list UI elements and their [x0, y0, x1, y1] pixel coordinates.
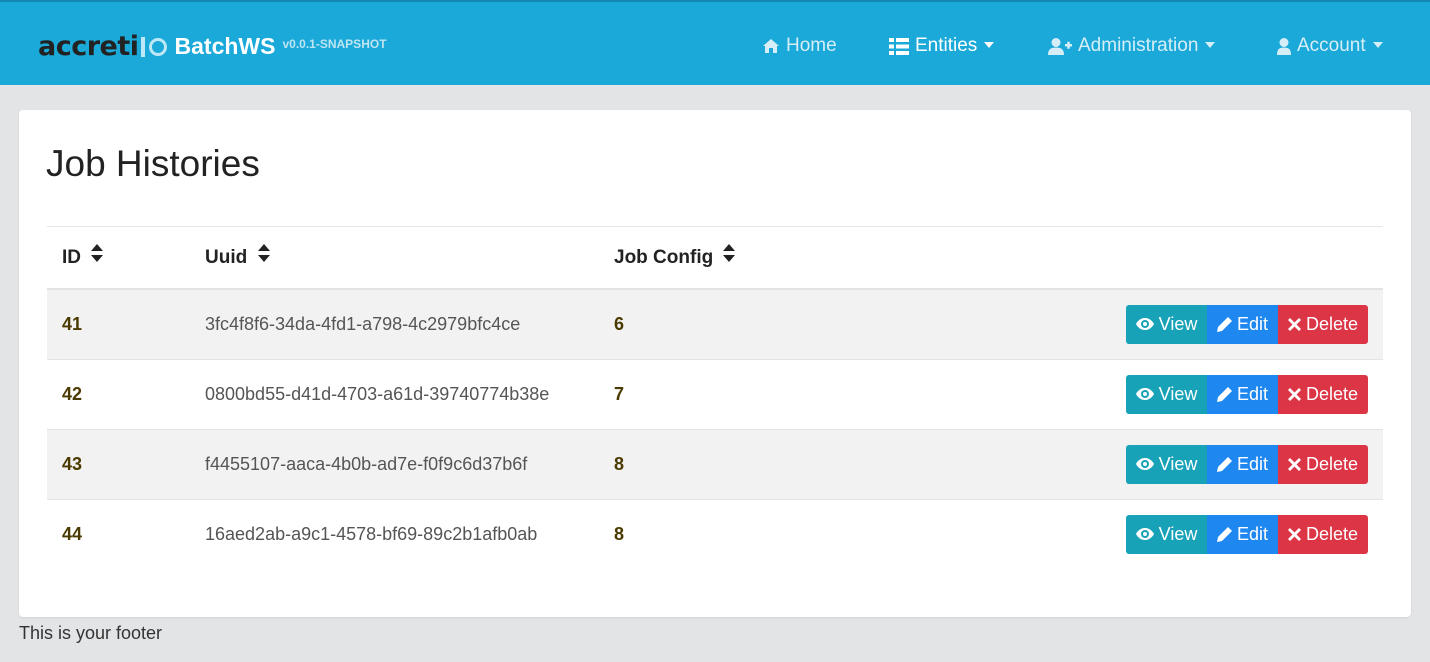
delete-button-label: Delete [1305, 313, 1359, 334]
row-uuid: 0800bd55-d41d-4703-a61d-39740774b38e [190, 358, 599, 429]
edit-button-label: Edit [1236, 383, 1269, 404]
action-button-group: View Edit Delete [1126, 444, 1368, 484]
view-button[interactable]: View [1126, 304, 1207, 344]
nav-account-label: Account [1297, 35, 1366, 56]
row-job-config-link[interactable]: 8 [599, 428, 899, 499]
delete-button[interactable]: Delete [1278, 304, 1368, 344]
pencil-icon [1216, 456, 1232, 472]
close-icon [1287, 457, 1301, 471]
pencil-icon [1216, 316, 1232, 332]
column-header-id[interactable]: ID [47, 227, 190, 290]
edit-button-label: Edit [1236, 453, 1269, 474]
user-plus-icon [1048, 37, 1072, 55]
chevron-down-icon [1372, 42, 1383, 48]
pencil-icon [1216, 526, 1232, 542]
chevron-down-icon [1205, 42, 1216, 48]
row-job-config-link[interactable]: 6 [599, 288, 899, 359]
row-uuid: 3fc4f8f6-34da-4fd1-a798-4c2979bfc4ce [190, 288, 599, 359]
brand-link[interactable]: accreti BatchWS v0.0.1-SNAPSHOT [38, 31, 387, 61]
home-icon [762, 38, 780, 54]
table-row: 41 3fc4f8f6-34da-4fd1-a798-4c2979bfc4ce … [47, 288, 1383, 359]
edit-button[interactable]: Edit [1207, 374, 1278, 414]
brand-name: BatchWS [174, 32, 276, 59]
view-button[interactable]: View [1126, 514, 1207, 554]
delete-button[interactable]: Delete [1278, 374, 1368, 414]
column-header-label: Job Config [614, 246, 714, 268]
delete-button[interactable]: Delete [1278, 514, 1368, 554]
action-button-group: View Edit Delete [1126, 304, 1368, 344]
eye-icon [1135, 388, 1154, 400]
row-actions: View Edit Delete [899, 428, 1383, 499]
chevron-down-icon [984, 42, 995, 48]
action-button-group: View Edit Delete [1126, 514, 1368, 554]
row-id-link[interactable]: 41 [47, 288, 190, 359]
table-row: 43 f4455107-aaca-4b0b-ad7e-f0f9c6d37b6f … [47, 428, 1383, 499]
view-button-label: View [1158, 313, 1198, 334]
navbar: accreti BatchWS v0.0.1-SNAPSHOT Home Ent… [0, 0, 1430, 85]
nav-administration-dropdown[interactable]: Administration [1048, 34, 1216, 58]
row-id-link[interactable]: 43 [47, 428, 190, 499]
view-button-label: View [1158, 383, 1198, 404]
column-header-uuid[interactable]: Uuid [190, 227, 599, 290]
row-uuid: 16aed2ab-a9c1-4578-bf69-89c2b1afb0ab [190, 498, 599, 569]
view-button[interactable]: View [1126, 374, 1207, 414]
sort-icon [723, 243, 736, 268]
nav-entities-label: Entities [915, 35, 978, 56]
delete-button-label: Delete [1305, 453, 1359, 474]
user-icon [1277, 37, 1291, 55]
edit-button[interactable]: Edit [1207, 444, 1278, 484]
row-actions: View Edit Delete [899, 498, 1383, 569]
column-header-label: Uuid [205, 246, 248, 268]
sort-icon [257, 243, 270, 268]
th-list-icon [889, 37, 909, 55]
row-job-config-link[interactable]: 7 [599, 358, 899, 429]
table-row: 44 16aed2ab-a9c1-4578-bf69-89c2b1afb0ab … [47, 498, 1383, 569]
table-row: 42 0800bd55-d41d-4703-a61d-39740774b38e … [47, 358, 1383, 429]
nav-account-dropdown[interactable]: Account [1277, 34, 1383, 58]
delete-button-label: Delete [1305, 523, 1359, 544]
close-icon [1287, 387, 1301, 401]
nav-home[interactable]: Home [762, 34, 837, 58]
view-button-label: View [1158, 523, 1198, 544]
column-header-job-config[interactable]: Job Config [599, 227, 899, 290]
page-title: Job Histories [46, 143, 260, 184]
eye-icon [1135, 458, 1154, 470]
logo-bar-glyph [140, 37, 145, 57]
edit-button-label: Edit [1236, 313, 1269, 334]
brand-logo: accreti [38, 33, 167, 60]
row-actions: View Edit Delete [899, 358, 1383, 429]
column-header-actions [899, 227, 1383, 290]
brand-logo-text: accreti [38, 30, 139, 62]
eye-icon [1135, 528, 1154, 541]
row-uuid: f4455107-aaca-4b0b-ad7e-f0f9c6d37b6f [190, 428, 599, 499]
sort-icon [91, 243, 104, 268]
column-header-label: ID [62, 246, 81, 268]
edit-button[interactable]: Edit [1207, 514, 1278, 554]
edit-button-label: Edit [1236, 523, 1269, 544]
close-icon [1287, 527, 1301, 541]
row-job-config-link[interactable]: 8 [599, 498, 899, 569]
eye-icon [1135, 318, 1154, 331]
row-id-link[interactable]: 42 [47, 358, 190, 429]
nav-home-label: Home [786, 35, 837, 56]
row-id-link[interactable]: 44 [47, 498, 190, 569]
edit-button[interactable]: Edit [1207, 304, 1278, 344]
brand-version: v0.0.1-SNAPSHOT [282, 37, 387, 51]
pencil-icon [1216, 386, 1232, 402]
nav-administration-label: Administration [1078, 35, 1199, 56]
close-icon [1287, 317, 1301, 331]
table-header-row: ID Uuid Job Config [47, 227, 1383, 290]
content-card: Job Histories ID Uuid Job Config 41 3fc4… [19, 110, 1411, 617]
job-histories-table: ID Uuid Job Config 41 3fc4f8f6-34da-4fd1… [47, 227, 1383, 569]
view-button[interactable]: View [1126, 444, 1207, 484]
logo-ring-glyph [148, 38, 167, 56]
row-actions: View Edit Delete [899, 288, 1383, 359]
nav-entities-dropdown[interactable]: Entities [889, 34, 995, 58]
view-button-label: View [1158, 453, 1198, 474]
delete-button-label: Delete [1305, 383, 1359, 404]
delete-button[interactable]: Delete [1278, 444, 1368, 484]
action-button-group: View Edit Delete [1126, 374, 1368, 414]
footer-text: This is your footer [19, 623, 163, 643]
